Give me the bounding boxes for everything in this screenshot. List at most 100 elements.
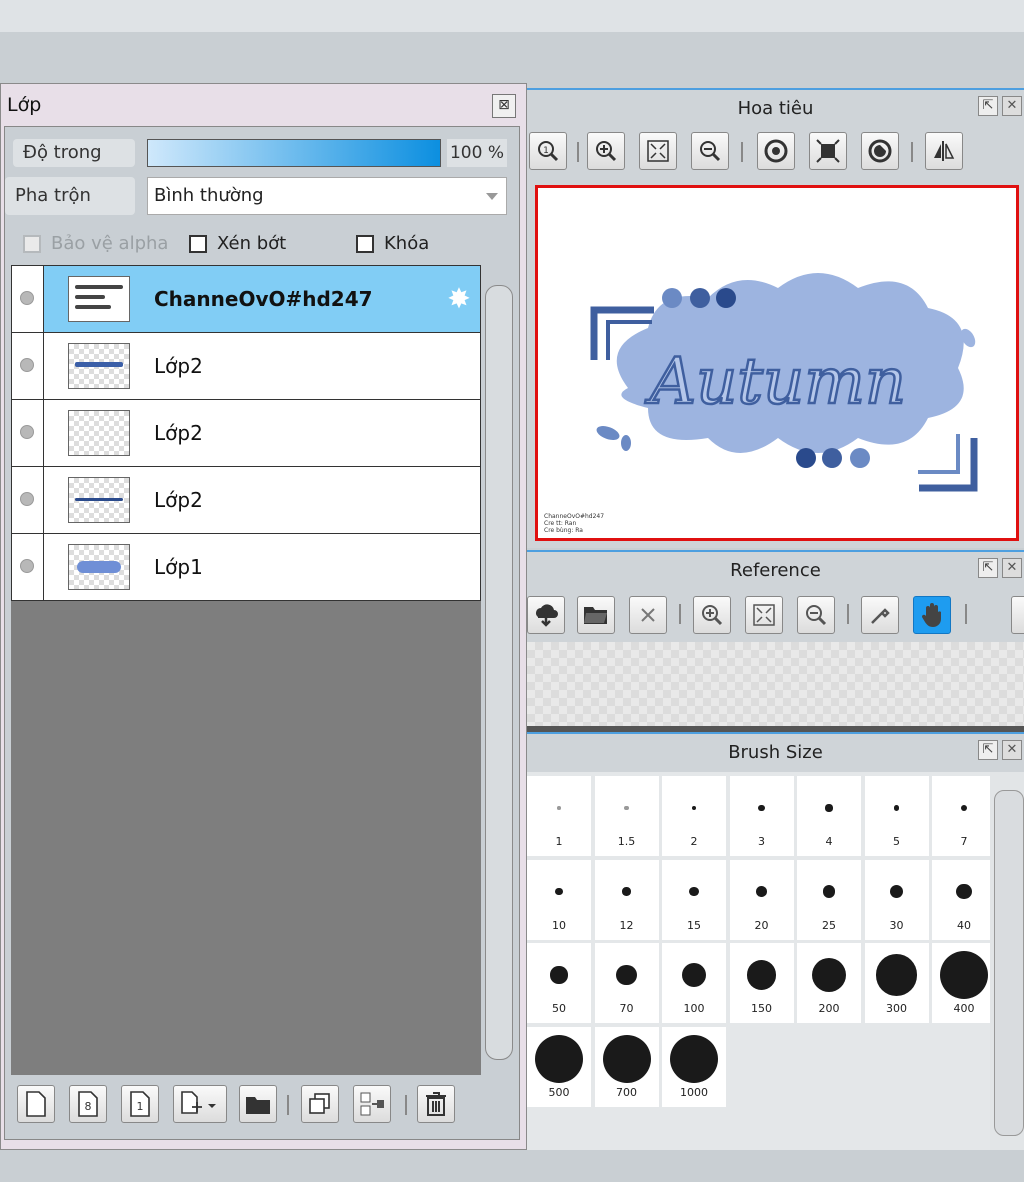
reference-image-area[interactable] — [527, 642, 1024, 726]
layer-row[interactable]: ChanneOvO#hd247 ✸ — [11, 265, 481, 333]
brush-size-cell[interactable]: 2 — [662, 776, 726, 856]
hand-icon[interactable] — [913, 596, 951, 634]
brush-size-cell[interactable]: 4 — [797, 776, 861, 856]
brush-size-panel-header: Brush Size ⇱ ✕ — [527, 732, 1024, 772]
eye-icon — [20, 492, 34, 506]
brush-size-cell[interactable]: 15 — [662, 859, 726, 940]
close-icon[interactable]: ✕ — [1002, 558, 1022, 578]
top-toolbar-strip — [0, 0, 1024, 32]
delete-layer-icon[interactable] — [417, 1085, 455, 1123]
rotate-right-icon[interactable] — [861, 132, 899, 170]
brush-size-cell[interactable]: 7 — [932, 776, 996, 856]
new-1bit-layer-icon[interactable]: 1 — [121, 1085, 159, 1123]
visibility-toggle[interactable] — [12, 266, 44, 332]
brush-dot — [875, 954, 918, 996]
open-folder-icon[interactable] — [577, 596, 615, 634]
duplicate-layer-icon[interactable] — [301, 1085, 339, 1123]
layer-row[interactable]: Lớp1 — [11, 533, 481, 601]
brush-scrollbar[interactable] — [994, 790, 1024, 1136]
layer-scrollbar[interactable] — [485, 285, 513, 1060]
brush-size-label: 7 — [960, 835, 968, 848]
brush-size-label: 4 — [825, 835, 833, 848]
brush-size-cell[interactable]: 400 — [932, 943, 996, 1023]
brush-size-cell[interactable]: 5 — [864, 776, 929, 856]
reset-view-icon[interactable] — [809, 132, 847, 170]
flip-horizontal-icon[interactable] — [925, 132, 963, 170]
brush-size-title: Brush Size — [728, 742, 823, 763]
brush-size-cell[interactable]: 50 — [527, 943, 591, 1023]
visibility-toggle[interactable] — [12, 534, 44, 600]
merge-down-icon[interactable] — [353, 1085, 391, 1123]
checkbox-label: Bảo vệ alpha — [51, 233, 169, 254]
fit-window-icon[interactable] — [639, 132, 677, 170]
layer-row[interactable]: Lớp2 — [11, 332, 481, 400]
gear-icon[interactable]: ✸ — [444, 284, 474, 314]
brush-size-cell[interactable]: 3 — [729, 776, 794, 856]
checkbox-label: Khóa — [384, 233, 430, 254]
new-folder-icon[interactable] — [239, 1085, 277, 1123]
brush-dot — [956, 883, 972, 900]
brush-size-cell[interactable]: 70 — [594, 943, 659, 1023]
brush-size-cell[interactable]: 700 — [594, 1026, 659, 1107]
brush-size-cell[interactable]: 20 — [729, 859, 794, 940]
clear-icon[interactable] — [629, 596, 667, 634]
protect-alpha-checkbox[interactable]: Bảo vệ alpha — [23, 233, 168, 254]
new-layer-icon[interactable] — [17, 1085, 55, 1123]
brush-size-cell[interactable]: 100 — [662, 943, 726, 1023]
layer-panel-body: Độ trong 100 % Pha trộn Bình thường Bảo … — [4, 126, 520, 1140]
visibility-toggle[interactable] — [12, 333, 44, 399]
brush-size-cell[interactable]: 1 — [527, 776, 591, 856]
opacity-slider[interactable] — [147, 139, 441, 167]
popout-icon[interactable]: ⇱ — [978, 96, 998, 116]
brush-size-cell[interactable]: 200 — [797, 943, 861, 1023]
brush-size-label: 15 — [687, 918, 701, 932]
canvas-credit-line: Cre bùng: Ra — [544, 527, 583, 534]
zoom-out-icon[interactable] — [691, 132, 729, 170]
brush-dot — [811, 957, 847, 993]
popout-icon[interactable]: ⇱ — [978, 558, 998, 578]
overflow-button[interactable] — [1011, 596, 1024, 634]
blend-mode-value: Bình thường — [154, 185, 264, 206]
opacity-value[interactable]: 100 % — [447, 139, 507, 167]
rotate-left-icon[interactable] — [757, 132, 795, 170]
zoom-in-icon[interactable] — [693, 596, 731, 634]
brush-size-cell[interactable]: 300 — [864, 943, 929, 1023]
brush-dot — [825, 804, 833, 812]
brush-size-cell[interactable]: 150 — [729, 943, 794, 1023]
brush-dot — [670, 1034, 718, 1083]
new-layer-menu-icon[interactable] — [173, 1085, 227, 1123]
svg-text:1: 1 — [137, 1100, 144, 1113]
visibility-toggle[interactable] — [12, 467, 44, 533]
brush-size-cell[interactable]: 12 — [594, 859, 659, 940]
load-cloud-icon[interactable] — [527, 596, 565, 634]
canvas-artwork: Autumn ChanneOvO#hd247 Cre tt: Ran Cre b… — [544, 273, 978, 534]
fit-icon[interactable] — [745, 596, 783, 634]
brush-size-label: 50 — [552, 1002, 566, 1015]
eyedropper-icon[interactable] — [861, 596, 899, 634]
layer-row[interactable]: Lớp2 — [11, 399, 481, 467]
zoom-out-icon[interactable] — [797, 596, 835, 634]
close-icon[interactable]: ✕ — [1002, 96, 1022, 116]
brush-size-cell[interactable]: 1.5 — [594, 776, 659, 856]
new-8bit-layer-icon[interactable]: 8 — [69, 1085, 107, 1123]
layer-row[interactable]: Lớp2 — [11, 466, 481, 534]
brush-size-cell[interactable]: 1000 — [662, 1026, 726, 1107]
close-icon[interactable]: ✕ — [1002, 740, 1022, 760]
brush-size-cell[interactable]: 25 — [797, 859, 861, 940]
brush-size-label: 20 — [754, 918, 769, 932]
zoom-fit-icon[interactable]: 1 — [529, 132, 567, 170]
brush-dot — [758, 804, 765, 812]
brush-dot — [691, 805, 697, 811]
visibility-toggle[interactable] — [12, 400, 44, 466]
clipping-checkbox[interactable]: Xén bớt — [189, 233, 286, 254]
brush-size-cell[interactable]: 10 — [527, 859, 591, 940]
brush-size-cell[interactable]: 40 — [932, 859, 996, 940]
blend-mode-select[interactable]: Bình thường — [147, 177, 507, 215]
close-icon[interactable]: ⊠ — [492, 94, 516, 118]
brush-size-cell[interactable]: 30 — [864, 859, 929, 940]
brush-size-cell[interactable]: 500 — [527, 1026, 591, 1107]
navigator-canvas[interactable]: Autumn ChanneOvO#hd247 Cre tt: Ran Cre b… — [535, 185, 1019, 541]
popout-icon[interactable]: ⇱ — [978, 740, 998, 760]
lock-checkbox[interactable]: Khóa — [356, 233, 429, 254]
zoom-in-icon[interactable] — [587, 132, 625, 170]
